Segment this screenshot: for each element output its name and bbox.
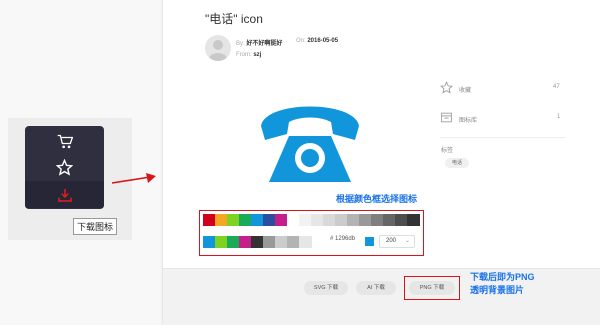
divider — [440, 137, 565, 138]
hex-value: 1296db — [335, 236, 356, 242]
avatar[interactable] — [205, 35, 231, 61]
download-icon — [57, 188, 72, 202]
from-label: From: — [236, 52, 252, 58]
svg-download-button[interactable]: SVG 下载 — [304, 281, 348, 295]
annotation-png-line-2: 透明背景图片 — [470, 285, 525, 295]
annotation-png-line-1: 下载后即为PNG — [470, 272, 535, 282]
star-icon — [56, 159, 73, 176]
on-label: On: — [296, 38, 306, 44]
library-count: 1 — [557, 114, 561, 120]
phone-icon — [261, 106, 359, 182]
author-line: By: 好不好啊挺好 — [236, 38, 282, 47]
tag-chip[interactable]: 电话 — [445, 158, 469, 168]
tags-label: 标签 — [441, 148, 454, 154]
by-label: By: — [236, 41, 245, 47]
download-tooltip: 下载图标 — [73, 218, 118, 235]
favorite-button[interactable] — [25, 154, 104, 181]
author-name[interactable]: 好不好啊挺好 — [246, 41, 282, 47]
download-button[interactable] — [25, 181, 104, 208]
user-icon — [209, 40, 227, 61]
png-download-button[interactable]: PNG 下载 — [409, 281, 455, 295]
add-to-cart-button[interactable] — [25, 128, 104, 155]
publish-date: 2016-05-05 — [307, 38, 339, 44]
size-select[interactable]: 200 ⌄ — [379, 235, 415, 248]
annotation-color-pick: 根据颜色框选择图标 — [336, 194, 418, 204]
current-color-swatch — [365, 237, 374, 246]
cart-icon — [57, 134, 73, 149]
hex-color-input[interactable]: # 1296db — [330, 236, 355, 242]
library-icon[interactable] — [440, 111, 453, 124]
icon-preview — [205, 78, 415, 196]
size-value: 200 — [386, 238, 397, 244]
color-palette-row-1 — [203, 214, 423, 227]
color-swatch[interactable] — [407, 214, 420, 226]
ai-download-button[interactable]: AI 下载 — [356, 281, 396, 295]
icon-hover-menu — [25, 126, 104, 209]
source-name[interactable]: szj — [253, 52, 261, 58]
chevron-down-icon: ⌄ — [404, 238, 410, 244]
color-swatch[interactable] — [299, 236, 312, 248]
color-palette-row-2 — [203, 236, 333, 249]
favorites-count: 47 — [553, 84, 560, 90]
arrow-right-icon — [111, 173, 156, 184]
icon-title: "电话" icon — [205, 12, 263, 26]
star-outline-icon[interactable] — [440, 81, 453, 94]
source-line: From: szj — [236, 52, 261, 58]
library-label[interactable]: 图标库 — [459, 115, 477, 124]
hex-prefix: # — [330, 236, 334, 242]
date-line: On: 2016-05-05 — [296, 38, 338, 44]
favorites-label[interactable]: 收藏 — [459, 85, 471, 94]
